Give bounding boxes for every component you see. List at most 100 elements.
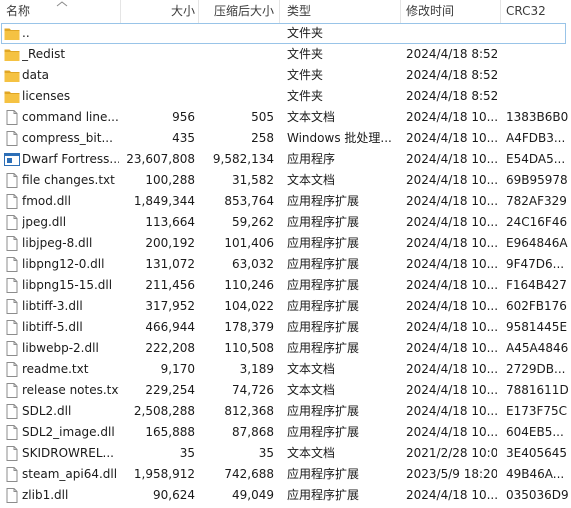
file-name: SKIDROWREL... xyxy=(22,446,114,460)
file-row[interactable]: jpeg.dll 113,664 59,262 应用程序扩展 2024/4/18 10.… xyxy=(0,212,571,233)
file-row[interactable]: libjpeg-8.dll 200,192 101,406 应用程序扩展 2024/4/… xyxy=(0,233,571,254)
file-size: 23,607,808 xyxy=(126,152,195,166)
file-row[interactable]: SDL2.dll 2,508,288 812,368 应用程序扩展 2024/4/18 … xyxy=(0,401,571,422)
file-type: 应用程序 xyxy=(287,152,336,166)
file-row[interactable]: fmod.dll 1,849,344 853,764 应用程序扩展 2024/4/18 … xyxy=(0,191,571,212)
column-header-name[interactable]: 名称 xyxy=(6,0,30,23)
file-row[interactable]: libpng15-15.dll 211,456 110,246 应用程序扩展 2024/… xyxy=(0,275,571,296)
file-size: 35 xyxy=(179,446,195,460)
file-row[interactable]: data 文件夹 2024/4/18 8:52 xyxy=(0,65,571,86)
file-row[interactable]: licenses 文件夹 2024/4/18 8:52 xyxy=(0,86,571,107)
file-row[interactable]: release notes.txt 229,254 74,726 文本文档 2024/4… xyxy=(0,380,571,401)
column-header-crc32[interactable]: CRC32 xyxy=(506,0,546,23)
file-size: 165,888 xyxy=(145,425,195,439)
file-modified: 2024/4/18 10... xyxy=(406,131,497,145)
file-row[interactable]: Dwarf Fortress... 23,607,808 9,582,134 应用程序… xyxy=(0,149,571,170)
file-size: 317,952 xyxy=(145,299,195,313)
file-size: 435 xyxy=(172,131,195,145)
file-compressed-size: 9,582,134 xyxy=(212,152,274,166)
file-row[interactable]: libpng12-0.dll 131,072 63,032 应用程序扩展 2024/4/… xyxy=(0,254,571,275)
document-icon xyxy=(4,131,20,146)
file-type: 文本文档 xyxy=(287,446,336,460)
column-divider[interactable] xyxy=(198,0,199,23)
document-icon xyxy=(4,383,20,398)
column-header-type[interactable]: 类型 xyxy=(287,0,311,23)
file-type: 应用程序扩展 xyxy=(287,467,360,481)
file-name: libwebp-2.dll xyxy=(22,341,99,355)
file-compressed-size: 853,764 xyxy=(224,194,274,208)
file-type: 文件夹 xyxy=(287,89,324,103)
file-type: 文本文档 xyxy=(287,110,336,124)
file-crc32: 602FB176 xyxy=(506,299,567,313)
file-modified: 2024/4/18 10... xyxy=(406,404,497,418)
file-name: jpeg.dll xyxy=(22,215,67,229)
column-header-size[interactable]: 大小 xyxy=(124,0,195,23)
file-size: 131,072 xyxy=(145,257,195,271)
file-crc32: 69B95978 xyxy=(506,173,568,187)
file-row[interactable]: libtiff-3.dll 317,952 104,022 应用程序扩展 2024/4/… xyxy=(0,296,571,317)
file-modified: 2024/4/18 8:52 xyxy=(406,47,497,61)
file-row[interactable]: .. 文件夹 xyxy=(0,23,571,44)
file-size: 100,288 xyxy=(145,173,195,187)
file-row[interactable]: _Redist 文件夹 2024/4/18 8:52 xyxy=(0,44,571,65)
file-type: 文本文档 xyxy=(287,173,336,187)
file-row[interactable]: libwebp-2.dll 222,208 110,508 应用程序扩展 2024/4/… xyxy=(0,338,571,359)
file-compressed-size: 742,688 xyxy=(224,467,274,481)
file-type: 文件夹 xyxy=(287,26,324,40)
folder-up-icon xyxy=(4,26,20,41)
file-type: 文件夹 xyxy=(287,47,324,61)
document-icon xyxy=(4,110,20,125)
file-name: libtiff-3.dll xyxy=(22,299,83,313)
file-type: 应用程序扩展 xyxy=(287,425,360,439)
column-divider[interactable] xyxy=(279,0,280,23)
column-divider[interactable] xyxy=(120,0,121,23)
column-divider[interactable] xyxy=(500,0,501,23)
file-name: release notes.txt xyxy=(22,383,119,397)
document-icon xyxy=(4,488,20,503)
file-row[interactable]: SDL2_image.dll 165,888 87,868 应用程序扩展 2024/4/… xyxy=(0,422,571,443)
document-icon xyxy=(4,194,20,209)
file-row[interactable]: zlib1.dll 90,624 49,049 应用程序扩展 2024/4/18 10.… xyxy=(0,485,571,506)
folder-icon xyxy=(4,89,20,104)
file-type: 应用程序扩展 xyxy=(287,278,360,292)
file-size: 9,170 xyxy=(160,362,195,376)
document-icon xyxy=(4,404,20,419)
file-compressed-size: 74,726 xyxy=(232,383,274,397)
file-name: steam_api64.dll xyxy=(22,467,118,481)
file-type: 应用程序扩展 xyxy=(287,299,360,313)
file-row[interactable]: compress_bit... 435 258 Windows 批处理... 2024/… xyxy=(0,128,571,149)
file-type: 应用程序扩展 xyxy=(287,236,360,250)
file-name: SDL2.dll xyxy=(22,404,72,418)
file-name: libtiff-5.dll xyxy=(22,320,83,334)
file-crc32: 2729DB... xyxy=(506,362,566,376)
folder-icon xyxy=(4,68,20,83)
file-size: 90,624 xyxy=(153,488,195,502)
file-size xyxy=(124,86,195,107)
file-modified: 2024/4/18 10... xyxy=(406,236,497,250)
file-name: fmod.dll xyxy=(22,194,71,208)
file-row[interactable]: file changes.txt 100,288 31,582 文本文档 2024/4/… xyxy=(0,170,571,191)
file-size: 2,508,288 xyxy=(133,404,195,418)
file-crc32: 9F47D6... xyxy=(506,257,565,271)
column-header-modified[interactable]: 修改时间 xyxy=(406,0,454,23)
file-compressed-size: 812,368 xyxy=(224,404,274,418)
file-modified: 2024/4/18 10... xyxy=(406,152,497,166)
file-crc32: A4FDB3... xyxy=(506,131,566,145)
file-modified: 2024/4/18 10... xyxy=(406,194,497,208)
file-crc32: 1383B6B0 xyxy=(506,110,568,124)
file-row[interactable]: SKIDROWREL... 35 35 文本文档 2021/2/28 10:0... 3E… xyxy=(0,443,571,464)
file-compressed-size: 63,032 xyxy=(232,257,274,271)
document-icon xyxy=(4,299,20,314)
file-compressed-size: 49,049 xyxy=(232,488,274,502)
file-row[interactable]: steam_api64.dll 1,958,912 742,688 应用程序扩展 202… xyxy=(0,464,571,485)
file-modified: 2024/4/18 10... xyxy=(406,257,497,271)
file-row[interactable]: readme.txt 9,170 3,189 文本文档 2024/4/18 10... 2… xyxy=(0,359,571,380)
column-header-compressed-size[interactable]: 压缩后大小 xyxy=(200,0,274,23)
file-type: 应用程序扩展 xyxy=(287,404,360,418)
column-divider[interactable] xyxy=(400,0,401,23)
file-row[interactable]: libtiff-5.dll 466,944 178,379 应用程序扩展 2024/4/… xyxy=(0,317,571,338)
document-icon xyxy=(4,362,20,377)
file-row[interactable]: command line... 956 505 文本文档 2024/4/18 10...… xyxy=(0,107,571,128)
file-compressed-size: 110,508 xyxy=(224,341,274,355)
file-crc32: E964846A xyxy=(506,236,568,250)
